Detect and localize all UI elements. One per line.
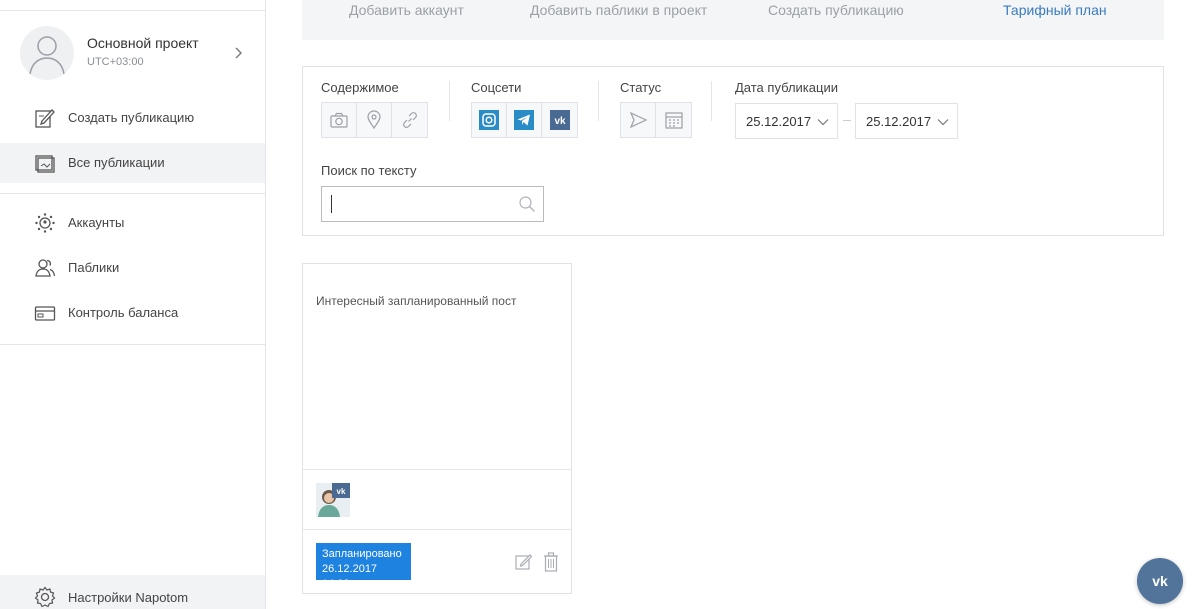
sidebar-item-label: Аккаунты [68, 215, 125, 230]
instagram-icon [479, 110, 499, 130]
date-from-value: 25.12.2017 [746, 114, 812, 129]
content-filter [321, 102, 428, 138]
scheduled-datetime: 26.12.2017 14:03 [322, 563, 378, 590]
link-filter[interactable] [392, 103, 427, 137]
divider [449, 81, 450, 121]
filter-date-label: Дата публикации [735, 80, 838, 95]
sidebar-item-publics[interactable]: Паблики [0, 248, 265, 288]
chevron-down-icon [937, 119, 949, 126]
status-badge: Запланировано 26.12.2017 14:03 [316, 543, 411, 590]
sidebar-item-balance[interactable]: Контроль баланса [0, 293, 265, 333]
chevron-down-icon [817, 119, 829, 126]
svg-text:vk: vk [554, 116, 566, 127]
status-label: Запланировано [322, 548, 402, 560]
divider [303, 469, 571, 470]
chevron-right-icon [235, 47, 242, 59]
users-icon [35, 259, 56, 277]
sidebar-item-label: Настройки Napotom [68, 590, 189, 605]
date-to-value: 25.12.2017 [866, 114, 932, 129]
link-icon [402, 112, 417, 128]
trash-icon[interactable] [543, 552, 559, 572]
filters-panel: Содержимое Соцсети vk Статус Дата публик… [302, 66, 1164, 236]
post-text: Интересный запланированный пост [316, 294, 517, 308]
avatar [20, 26, 74, 80]
project-name: Основной проект [87, 35, 199, 51]
sidebar-item-label: Все публикации [68, 155, 165, 170]
project-selector[interactable]: Основной проект UTC+03:00 [0, 11, 265, 95]
nav-tariff-plan[interactable]: Тарифный план [1003, 2, 1107, 18]
status-filter [620, 102, 692, 138]
divider [0, 344, 265, 345]
account-avatar[interactable]: vk [316, 483, 350, 517]
filter-status-label: Статус [620, 80, 662, 95]
divider [598, 81, 599, 121]
vk-filter[interactable]: vk [542, 103, 577, 137]
divider [303, 529, 571, 530]
top-nav: Добавить аккаунт Добавить паблики в прое… [302, 0, 1164, 40]
sidebar: Основной проект UTC+03:00 Создать публик… [0, 0, 266, 609]
sidebar-item-label: Контроль баланса [68, 305, 179, 320]
svg-text:vk: vk [1152, 573, 1168, 589]
sent-status-filter[interactable] [621, 103, 656, 137]
search-icon[interactable] [518, 195, 536, 213]
divider [0, 193, 265, 194]
sidebar-item-label: Создать публикацию [68, 110, 195, 125]
sidebar-item-create-post[interactable]: Создать публикацию [0, 98, 265, 138]
post-card[interactable]: Интересный запланированный пост vk Запла… [302, 263, 572, 594]
location-filter[interactable] [357, 103, 392, 137]
send-icon [629, 111, 648, 129]
date-to-select[interactable]: 25.12.2017 [855, 103, 958, 139]
nav-add-publics[interactable]: Добавить паблики в проект [530, 2, 707, 18]
photo-filter[interactable] [322, 103, 357, 137]
date-range-dash [843, 120, 851, 121]
date-from-select[interactable]: 25.12.2017 [735, 103, 838, 139]
vk-icon: vk [549, 110, 570, 130]
sidebar-item-settings[interactable]: Настройки Napotom [0, 575, 265, 609]
location-pin-icon [367, 110, 381, 130]
camera-icon [330, 112, 348, 128]
search-field[interactable] [321, 186, 544, 222]
publications-icon [35, 155, 55, 173]
vk-icon: vk [1152, 573, 1168, 589]
scheduled-status-filter[interactable] [656, 103, 691, 137]
vk-chat-button[interactable]: vk [1137, 558, 1183, 604]
sidebar-item-accounts[interactable]: Аккаунты [0, 203, 265, 243]
telegram-filter[interactable] [507, 103, 542, 137]
nav-create-post[interactable]: Создать публикацию [768, 2, 904, 18]
filter-networks-label: Соцсети [471, 80, 522, 95]
sidebar-item-all-posts[interactable]: Все публикации [0, 143, 265, 183]
text-cursor [331, 195, 332, 213]
gear-icon [34, 586, 56, 608]
filter-content-label: Содержимое [321, 80, 399, 95]
svg-text:vk: vk [337, 487, 346, 496]
calendar-icon [664, 112, 683, 129]
networks-filter: vk [471, 102, 578, 138]
search-input[interactable] [334, 193, 514, 215]
search-label: Поиск по тексту [321, 163, 417, 178]
edit-icon [35, 109, 55, 128]
nav-add-account[interactable]: Добавить аккаунт [349, 2, 464, 18]
accounts-icon [35, 213, 55, 233]
edit-icon[interactable] [515, 553, 533, 571]
project-timezone: UTC+03:00 [87, 56, 144, 68]
wallet-icon [34, 306, 56, 321]
instagram-filter[interactable] [472, 103, 507, 137]
telegram-icon [514, 110, 534, 130]
sidebar-item-label: Паблики [68, 260, 120, 275]
divider [711, 81, 712, 121]
